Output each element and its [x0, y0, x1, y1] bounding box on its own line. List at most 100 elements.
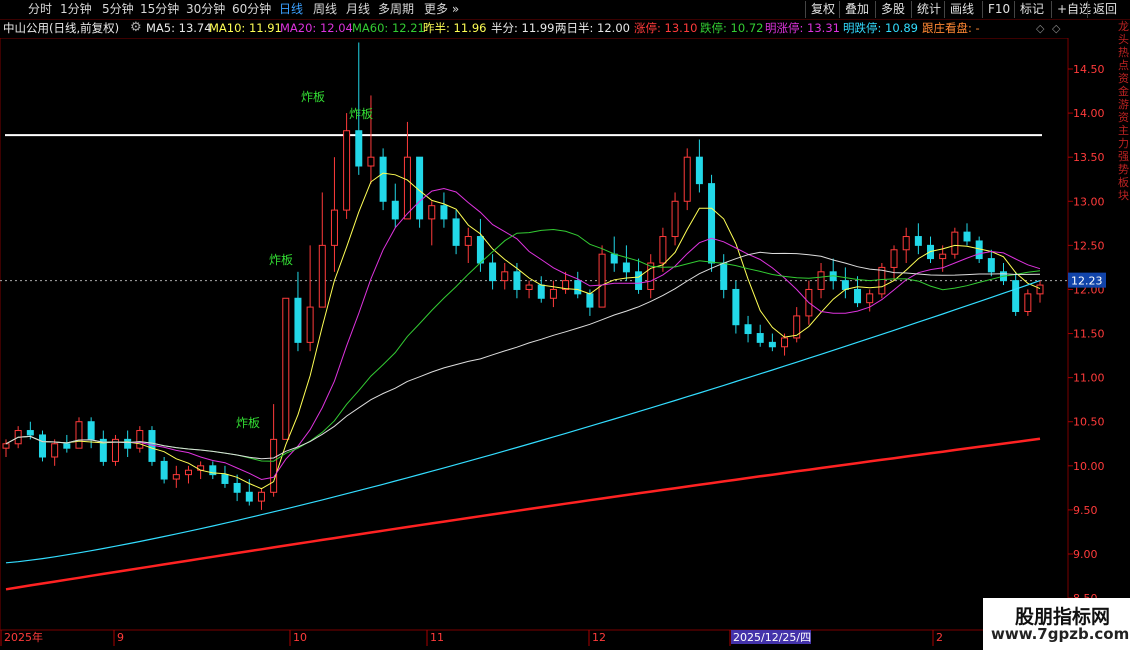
zuoban-value: 昨半: 11.96: [423, 21, 487, 35]
candle-body: [647, 262, 655, 290]
candle-body: [793, 315, 801, 339]
y-tick-label: 10.50: [1073, 416, 1105, 429]
watermark: 股朋指标网 www.7gpzb.com: [983, 598, 1130, 650]
y-tick-label: 9.00: [1073, 548, 1098, 561]
candle-body: [476, 236, 484, 264]
candle-body: [622, 262, 630, 273]
candle-body: [720, 262, 728, 290]
toolbar-button[interactable]: 复权: [805, 1, 840, 18]
candle-body: [136, 430, 144, 449]
candle-body: [610, 253, 618, 264]
tab-period[interactable]: 多周期: [378, 2, 414, 16]
candle-body: [854, 288, 862, 304]
candle-body: [367, 156, 375, 167]
toolbar-button[interactable]: 标记: [1014, 1, 1049, 18]
tab-period[interactable]: 分时: [28, 2, 52, 16]
zhangting-value: 涨停: 13.10: [634, 21, 698, 35]
diamond-icon[interactable]: ◇: [1036, 20, 1044, 37]
candle-body: [671, 200, 679, 238]
candle-body: [902, 236, 910, 251]
y-tick-label: 13.50: [1073, 151, 1105, 164]
kline-chart[interactable]: 14.5014.0013.5013.0012.5012.0011.5011.00…: [0, 38, 1130, 650]
candle-body: [160, 460, 168, 480]
candle-body: [111, 438, 119, 462]
toolbar-button[interactable]: 返回: [1087, 1, 1122, 18]
candle-body: [914, 236, 922, 246]
candle-body: [939, 253, 947, 260]
candle-body: [890, 249, 898, 268]
ma60-value: MA60: 12.21: [352, 21, 425, 35]
settings-gear-icon[interactable]: ⚙: [130, 19, 142, 36]
x-tick-label: 10: [293, 631, 307, 644]
candle-body: [51, 443, 59, 458]
candle-body: [708, 183, 716, 264]
x-tick-label: 12: [592, 631, 606, 644]
indicator-info-bar: 中山公用(日线,前复权) ⚙ MA5: 13.74 MA10: 11.91 MA…: [0, 20, 1130, 38]
ma10-line: [5, 187, 1041, 481]
candle-body: [525, 284, 533, 290]
candle-body: [501, 271, 509, 282]
toolbar-button[interactable]: 统计: [911, 1, 946, 18]
candle-body: [659, 236, 667, 264]
stock-title: 中山公用(日线,前复权): [3, 21, 120, 35]
candle-body: [452, 218, 460, 246]
tab-period[interactable]: 更多 »: [424, 2, 459, 16]
candle-body: [294, 297, 302, 343]
ma5-line: [5, 172, 1041, 490]
candle-body: [416, 156, 424, 220]
candle-body: [683, 156, 691, 202]
x-tick-label: 9: [117, 631, 124, 644]
toolbar-button[interactable]: F10: [982, 1, 1015, 18]
candle-body: [513, 271, 521, 290]
candle-body: [598, 253, 606, 308]
y-tick-label: 11.00: [1073, 372, 1105, 385]
tab-period[interactable]: 日线: [279, 2, 303, 16]
candle-body: [233, 482, 241, 493]
zhaban-annotation: 炸板: [301, 90, 325, 104]
long-ma-cyan-line: [5, 280, 1041, 564]
candle-body: [635, 271, 643, 290]
candle-body: [221, 474, 229, 484]
candle-body: [38, 434, 46, 458]
candle-body: [878, 266, 886, 295]
toolbar-button[interactable]: 叠加: [839, 1, 874, 18]
y-tick-label: 11.50: [1073, 328, 1105, 341]
candle-body: [75, 421, 83, 449]
candle-body: [549, 288, 557, 299]
toolbar-button[interactable]: 画线: [944, 1, 979, 18]
candle-body: [781, 337, 789, 348]
candle-body: [574, 280, 582, 295]
candle-body: [87, 421, 95, 440]
x-tick-label: 2025年: [4, 630, 43, 644]
diamond-icon-2[interactable]: ◇: [1052, 20, 1060, 37]
tab-period[interactable]: 月线: [346, 2, 370, 16]
y-tick-label: 10.00: [1073, 460, 1105, 473]
candle-body: [184, 469, 192, 476]
tab-period[interactable]: 周线: [313, 2, 337, 16]
candle-body: [1024, 293, 1032, 312]
candle-body: [306, 306, 314, 343]
candle-body: [732, 288, 740, 326]
candle-body: [318, 244, 326, 308]
tab-period[interactable]: 5分钟: [102, 2, 134, 16]
tab-period[interactable]: 60分钟: [232, 2, 271, 16]
candle-body: [756, 333, 764, 343]
plot-frame: [0, 38, 1069, 631]
candle-body: [586, 293, 594, 308]
toolbar-button[interactable]: 多股: [875, 1, 910, 18]
y-tick-label: 13.00: [1073, 195, 1105, 208]
tab-period[interactable]: 1分钟: [60, 2, 92, 16]
y-tick-label: 14.00: [1073, 107, 1105, 120]
candle-body: [987, 258, 995, 273]
zhaban-annotation: 炸板: [236, 416, 260, 430]
candle-body: [172, 474, 180, 480]
candle-body: [63, 443, 71, 449]
ma5-value: MA5: 13.74: [146, 21, 212, 35]
tab-period[interactable]: 30分钟: [186, 2, 225, 16]
candle-body: [489, 262, 497, 282]
y-tick-label: 12.50: [1073, 239, 1105, 252]
tab-period[interactable]: 15分钟: [140, 2, 179, 16]
candle-body: [963, 231, 971, 242]
candle-body: [1036, 284, 1044, 295]
liangriban-value: 两日半: 12.00: [555, 21, 630, 35]
